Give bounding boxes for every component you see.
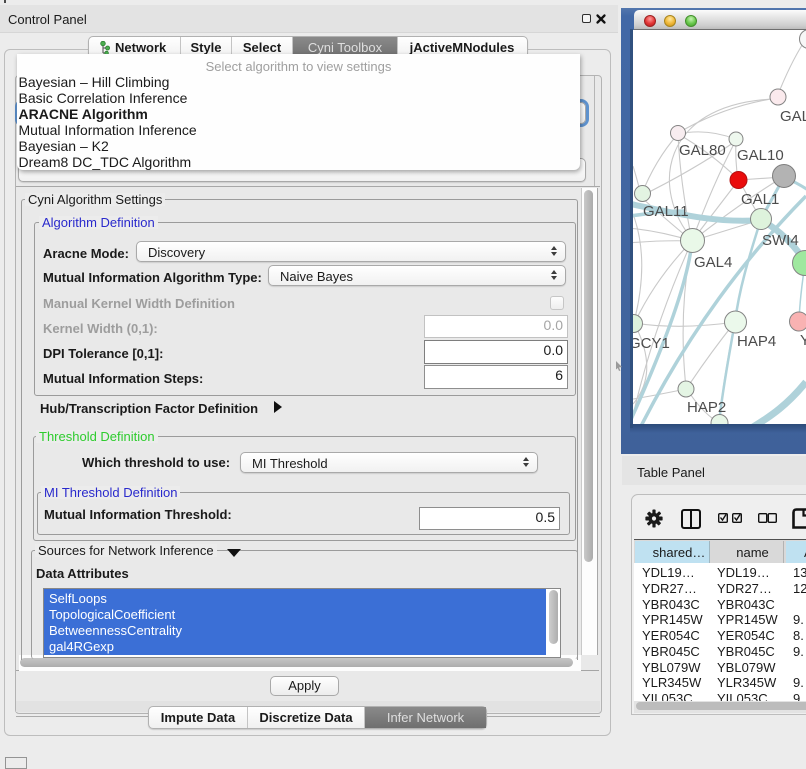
svg-text:HAP2: HAP2 (687, 399, 726, 416)
svg-text:GAL80: GAL80 (679, 142, 726, 159)
svg-text:GAL1: GAL1 (741, 191, 779, 208)
svg-text:HAP4: HAP4 (737, 333, 776, 350)
svg-text:GAL10: GAL10 (737, 147, 784, 164)
svg-text:SWI4: SWI4 (762, 232, 799, 249)
svg-text:Y: Y (800, 332, 806, 349)
svg-text:GCY1: GCY1 (633, 335, 670, 352)
svg-text:GAL11: GAL11 (643, 203, 689, 220)
svg-text:GAL4: GAL4 (694, 254, 732, 271)
svg-text:GAL7: GAL7 (780, 108, 806, 125)
